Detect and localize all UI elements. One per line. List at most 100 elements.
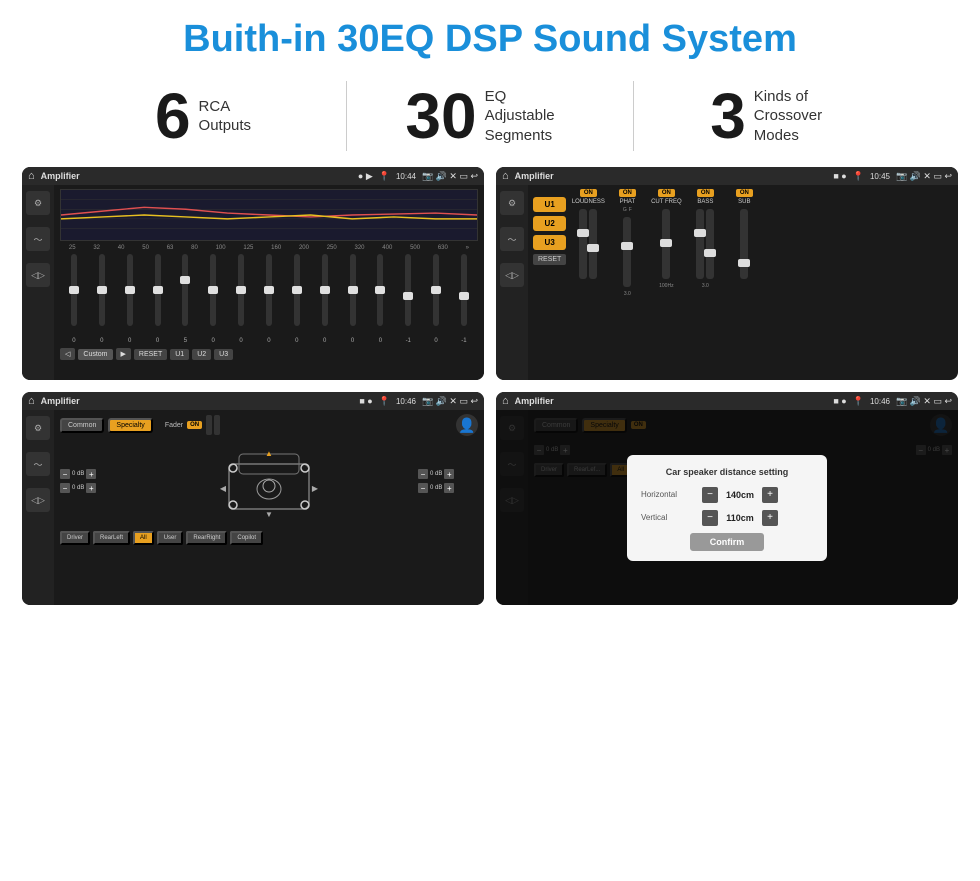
db-plus-tr[interactable]: + — [444, 469, 454, 479]
db-minus-tl[interactable]: − — [60, 469, 70, 479]
cross-sidebar-btn-1[interactable]: ⚙ — [26, 416, 50, 440]
db-minus-bl[interactable]: − — [60, 483, 70, 493]
eq-time: 10:44 — [396, 172, 416, 181]
screens-grid: ⌂ Amplifier ● ▶ 📍 10:44 📷 🔊 ✕ ▭ ↩ ⚙ 〜 ◁▷ — [0, 167, 980, 605]
db-minus-tr[interactable]: − — [418, 469, 428, 479]
right-db-controls: − 0 dB + − 0 dB + — [418, 469, 478, 493]
amp-ch-phat: ON PHAT G F 3.0 — [609, 189, 645, 376]
eq-content: 2532405063 80100125160200 25032040050063… — [54, 185, 484, 380]
dialog-app-name: Amplifier — [515, 396, 828, 406]
vertical-minus-btn[interactable]: − — [702, 510, 718, 526]
eq-sidebar-btn-1[interactable]: ⚙ — [26, 191, 50, 215]
amp-loudness-on[interactable]: ON — [580, 189, 597, 197]
eq-slider-10[interactable]: 0 — [322, 254, 328, 344]
eq-reset-btn[interactable]: RESET — [134, 349, 167, 360]
amp-phat-val: 3.0 — [624, 291, 631, 297]
cross-screen-card: ⌂ Amplifier ■ ● 📍 10:46 📷 🔊 ✕ ▭ ↩ ⚙ 〜 ◁▷… — [22, 392, 484, 605]
eq-slider-12[interactable]: 0 — [377, 254, 383, 344]
zone-rearright[interactable]: RearRight — [186, 531, 227, 545]
horizontal-minus-btn[interactable]: − — [702, 487, 718, 503]
db-ctrl-br: − 0 dB + — [418, 483, 478, 493]
eq-slider-1[interactable]: 0 — [71, 254, 77, 344]
db-plus-br[interactable]: + — [444, 483, 454, 493]
eq-sidebar-btn-2[interactable]: 〜 — [26, 227, 50, 251]
dialog-vertical-stepper: − 110cm + — [702, 510, 778, 526]
eq-slider-14[interactable]: 0 — [433, 254, 439, 344]
eq-slider-5[interactable]: 5 — [182, 254, 188, 344]
eq-play-btn[interactable]: ▶ — [116, 348, 131, 360]
cross-sidebar-btn-2[interactable]: 〜 — [26, 452, 50, 476]
eq-u2-btn[interactable]: U2 — [192, 349, 211, 360]
eq-slider-6[interactable]: 0 — [210, 254, 216, 344]
eq-u3-btn[interactable]: U3 — [214, 349, 233, 360]
eq-slider-3[interactable]: 0 — [127, 254, 133, 344]
cross-top-row: Common Specialty Fader ON 👤 — [60, 414, 478, 436]
dialog-title: Car speaker distance setting — [641, 467, 813, 477]
confirm-button[interactable]: Confirm — [690, 533, 765, 551]
svg-text:▼: ▼ — [265, 510, 273, 519]
amp-reset-btn[interactable]: RESET — [533, 254, 566, 265]
zone-all[interactable]: All — [133, 531, 154, 545]
amp-sub-on[interactable]: ON — [736, 189, 753, 197]
amp-bass-slider-2[interactable] — [706, 209, 714, 279]
zone-driver[interactable]: Driver — [60, 531, 90, 545]
stat-number-rca: 6 — [155, 84, 191, 148]
amp-cutfreq-slider[interactable] — [662, 209, 670, 279]
amp-u2-btn[interactable]: U2 — [533, 216, 566, 231]
eq-sliders-area: 0 0 0 0 5 — [60, 254, 478, 344]
eq-screen-card: ⌂ Amplifier ● ▶ 📍 10:44 📷 🔊 ✕ ▭ ↩ ⚙ 〜 ◁▷ — [22, 167, 484, 380]
amp-sub-name: SUB — [738, 199, 750, 205]
eq-sidebar-btn-3[interactable]: ◁▷ — [26, 263, 50, 287]
amp-loudness-slider-1[interactable] — [579, 209, 587, 279]
eq-u1-btn[interactable]: U1 — [170, 349, 189, 360]
amp-sidebar-btn-1[interactable]: ⚙ — [500, 191, 524, 215]
amp-sidebar: ⚙ 〜 ◁▷ — [496, 185, 528, 380]
zone-copilot[interactable]: Copilot — [230, 531, 263, 545]
eq-slider-4[interactable]: 0 — [155, 254, 161, 344]
amp-sidebar-btn-3[interactable]: ◁▷ — [500, 263, 524, 287]
zone-user[interactable]: User — [157, 531, 184, 545]
amp-bass-slider-1[interactable] — [696, 209, 704, 279]
amp-phat-on[interactable]: ON — [619, 189, 636, 197]
amp-cutfreq-on[interactable]: ON — [658, 189, 675, 197]
amp-phat-slider[interactable] — [623, 217, 631, 287]
cross-tab-common[interactable]: Common — [60, 418, 104, 433]
stat-label-rca: RCAOutputs — [199, 97, 252, 136]
amp-u1-btn[interactable]: U1 — [533, 197, 566, 212]
horizontal-plus-btn[interactable]: + — [762, 487, 778, 503]
amp-sidebar-btn-2[interactable]: 〜 — [500, 227, 524, 251]
amp-status-dots: ■ ● — [833, 171, 846, 181]
cross-tab-specialty[interactable]: Specialty — [108, 418, 152, 433]
eq-custom-btn[interactable]: Custom — [78, 349, 112, 360]
amp-bass-name: BASS — [697, 199, 713, 205]
amp-sub-slider[interactable] — [740, 209, 748, 279]
speaker-layout: − 0 dB + − 0 dB + — [60, 441, 478, 527]
cross-status-dots: ■ ● — [359, 396, 372, 406]
eq-slider-8[interactable]: 0 — [266, 254, 272, 344]
amp-channels: ON LOUDNESS ON PHAT G F — [570, 189, 953, 376]
stat-rca: 6 RCAOutputs — [60, 84, 346, 148]
fader-on[interactable]: ON — [187, 421, 202, 429]
db-plus-bl[interactable]: + — [86, 483, 96, 493]
eq-prev-btn[interactable]: ◁ — [60, 348, 75, 360]
eq-sidebar: ⚙ 〜 ◁▷ — [22, 185, 54, 380]
eq-slider-2[interactable]: 0 — [99, 254, 105, 344]
car-svg: ▲ ▼ ◀ ▶ — [219, 444, 319, 519]
eq-slider-7[interactable]: 0 — [238, 254, 244, 344]
eq-slider-13[interactable]: -1 — [405, 254, 411, 344]
db-ctrl-tr: − 0 dB + — [418, 469, 478, 479]
amp-bass-on[interactable]: ON — [697, 189, 714, 197]
eq-slider-15[interactable]: -1 — [461, 254, 467, 344]
eq-freq-labels: 2532405063 80100125160200 25032040050063… — [60, 245, 478, 251]
eq-slider-9[interactable]: 0 — [294, 254, 300, 344]
vertical-plus-btn[interactable]: + — [762, 510, 778, 526]
cross-sidebar-btn-3[interactable]: ◁▷ — [26, 488, 50, 512]
amp-loudness-slider-2[interactable] — [589, 209, 597, 279]
amp-home-icon: ⌂ — [502, 170, 509, 182]
zone-rearleft[interactable]: RearLeft — [93, 531, 130, 545]
db-minus-br[interactable]: − — [418, 483, 428, 493]
db-plus-tl[interactable]: + — [86, 469, 96, 479]
amp-pin-icon: 📍 — [853, 171, 864, 182]
amp-u3-btn[interactable]: U3 — [533, 235, 566, 250]
eq-slider-11[interactable]: 0 — [350, 254, 356, 344]
